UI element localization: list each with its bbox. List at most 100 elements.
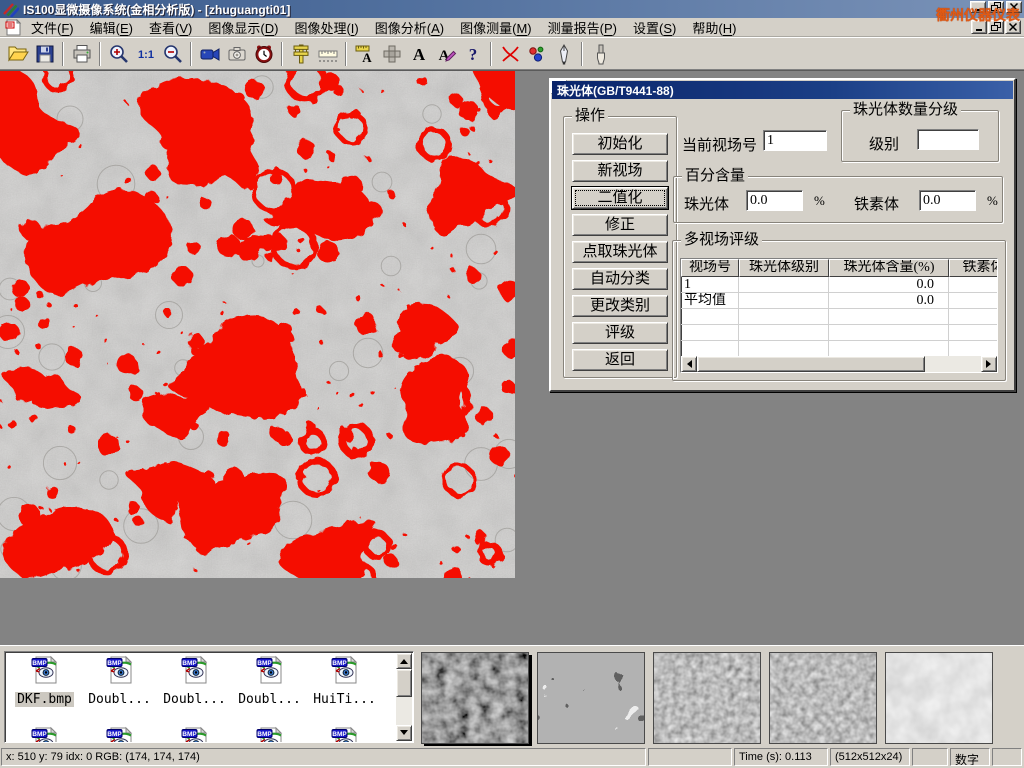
scroll-left-button[interactable] xyxy=(681,356,697,372)
caliper-icon[interactable] xyxy=(287,41,314,67)
column-header[interactable]: 铁素体含量(%) xyxy=(949,259,998,277)
table-horizontal-scrollbar[interactable] xyxy=(681,356,997,372)
scrollbar-thumb[interactable] xyxy=(697,356,925,372)
menu-item-edit[interactable]: 编辑(E) xyxy=(82,17,141,38)
cursor-position-status: x: 510 y: 79 idx: 0 RGB: (174, 174, 174) xyxy=(1,748,646,766)
table-row[interactable] xyxy=(681,341,997,357)
zoom-in-icon[interactable] xyxy=(105,41,132,67)
close-button[interactable] xyxy=(1006,1,1022,13)
file-item[interactable]: BMP xyxy=(82,726,157,743)
grade-button[interactable]: 评级 xyxy=(572,322,668,344)
table-row[interactable] xyxy=(681,309,997,325)
minimize-button[interactable] xyxy=(971,20,987,34)
dialog-title-bar[interactable]: 珠光体(GB/T9441-88) xyxy=(552,81,1013,99)
thumbnail-image-4[interactable] xyxy=(769,652,877,744)
phase-particles-icon[interactable] xyxy=(523,41,550,67)
thumbnail-image-3[interactable] xyxy=(653,652,761,744)
video-camera-icon[interactable] xyxy=(196,41,223,67)
file-item[interactable]: BMP xyxy=(7,726,82,743)
restore-button[interactable] xyxy=(988,1,1004,13)
menu-item-help[interactable]: 帮助(H) xyxy=(684,17,744,38)
file-list-scrollbar[interactable] xyxy=(396,653,412,741)
table-cell xyxy=(949,309,998,324)
minimize-button[interactable] xyxy=(970,1,986,13)
column-header[interactable]: 珠光体级别 xyxy=(739,259,829,277)
file-item[interactable]: BMP xyxy=(157,726,232,743)
scroll-down-button[interactable] xyxy=(396,725,412,741)
pen-tool-icon[interactable] xyxy=(550,41,577,67)
grid-cross-icon[interactable] xyxy=(378,41,405,67)
text-annotation-icon[interactable]: A xyxy=(405,41,432,67)
column-header[interactable]: 视场号 xyxy=(681,259,739,277)
menu-item-image-process[interactable]: 图像处理(I) xyxy=(286,17,366,38)
micrograph-image[interactable] xyxy=(0,71,515,578)
window-controls xyxy=(970,1,1022,13)
pearlite-percent-input[interactable]: 0.0 xyxy=(746,190,803,211)
timer-clock-icon[interactable] xyxy=(250,41,277,67)
pick-pearlite-button[interactable]: 点取珠光体 xyxy=(572,241,668,263)
menu-item-image-analysis[interactable]: 图像分析(A) xyxy=(367,17,452,38)
file-item[interactable]: BMPDoubl... xyxy=(82,655,157,707)
measure-text-icon[interactable]: A xyxy=(351,41,378,67)
table-cell: 平均值 xyxy=(681,293,739,308)
scroll-up-button[interactable] xyxy=(396,653,412,669)
new-field-button[interactable]: 新视场 xyxy=(572,160,668,182)
auto-classify-button[interactable]: 自动分类 xyxy=(572,268,668,290)
curve-tool-icon[interactable] xyxy=(496,41,523,67)
change-class-button[interactable]: 更改类别 xyxy=(572,295,668,317)
window-title: IS100显微摄像系统(金相分析版) - [zhuguangti01] xyxy=(23,1,290,18)
document-icon[interactable] xyxy=(3,19,23,36)
file-name: Doubl... xyxy=(86,692,153,707)
file-list[interactable]: BMPDKF.bmpBMPDoubl...BMPDoubl...BMPDoubl… xyxy=(4,651,414,743)
binarize-button[interactable]: 二值化 xyxy=(572,187,668,209)
actual-size-icon[interactable]: 1:1 xyxy=(132,41,159,67)
file-item[interactable]: BMPHuiTi... xyxy=(307,655,382,707)
operations-group-label: 操作 xyxy=(572,108,608,125)
file-item[interactable]: BMP xyxy=(307,726,382,743)
table-row[interactable]: 10.0 xyxy=(681,277,997,293)
mode-status: 数字 xyxy=(950,748,990,766)
file-item[interactable]: BMPDoubl... xyxy=(157,655,232,707)
file-item[interactable]: BMP xyxy=(232,726,307,743)
edit-annotation-icon[interactable]: A xyxy=(432,41,459,67)
file-item[interactable]: BMPDKF.bmp xyxy=(7,655,82,707)
help-icon[interactable]: ? xyxy=(459,41,486,67)
multifield-table[interactable]: 视场号珠光体级别珠光体含量(%)铁素体含量(%) 10.0平均值0.0 xyxy=(680,258,998,373)
print-icon[interactable] xyxy=(68,41,95,67)
menu-item-image-measure[interactable]: 图像测量(M) xyxy=(452,17,540,38)
brush-tool-icon[interactable] xyxy=(587,41,614,67)
save-icon[interactable] xyxy=(31,41,58,67)
scrollbar-thumb[interactable] xyxy=(396,669,412,697)
ferrite-percent-input[interactable]: 0.0 xyxy=(919,190,976,211)
scroll-right-button[interactable] xyxy=(981,356,997,372)
zoom-out-icon[interactable] xyxy=(159,41,186,67)
return-button[interactable]: 返回 xyxy=(572,349,668,371)
correct-button[interactable]: 修正 xyxy=(572,214,668,236)
file-item[interactable]: BMPDoubl... xyxy=(232,655,307,707)
table-row[interactable] xyxy=(681,325,997,341)
pearlite-dialog: 珠光体(GB/T9441-88) 操作 初始化新视场二值化修正点取珠光体自动分类… xyxy=(549,78,1016,392)
column-header[interactable]: 珠光体含量(%) xyxy=(829,259,949,277)
menu-item-measure-report[interactable]: 测量报告(P) xyxy=(540,17,625,38)
menu-item-view[interactable]: 查看(V) xyxy=(141,17,200,38)
thumbnail-image-5[interactable] xyxy=(885,652,993,744)
ruler-icon[interactable] xyxy=(314,41,341,67)
camera-icon[interactable] xyxy=(223,41,250,67)
bmp-file-icon: BMP xyxy=(30,726,60,743)
close-button[interactable] xyxy=(1005,20,1021,34)
restore-button[interactable] xyxy=(988,20,1004,34)
initialize-button[interactable]: 初始化 xyxy=(572,133,668,155)
grade-input[interactable] xyxy=(917,129,979,150)
status-panel-empty-2 xyxy=(912,748,948,766)
open-icon[interactable] xyxy=(4,41,31,67)
menu-item-file[interactable]: 文件(F) xyxy=(23,17,82,38)
thumbnail-image-1[interactable] xyxy=(421,652,529,744)
thumbnail-image-2[interactable] xyxy=(537,652,645,744)
menu-item-image-display[interactable]: 图像显示(D) xyxy=(200,17,286,38)
svg-text:BMP: BMP xyxy=(332,660,347,667)
table-row[interactable]: 平均值0.0 xyxy=(681,293,997,309)
toolbar-separator xyxy=(345,42,347,66)
svg-text:BMP: BMP xyxy=(257,660,272,667)
menu-item-settings[interactable]: 设置(S) xyxy=(625,17,684,38)
current-field-input[interactable]: 1 xyxy=(763,130,827,151)
